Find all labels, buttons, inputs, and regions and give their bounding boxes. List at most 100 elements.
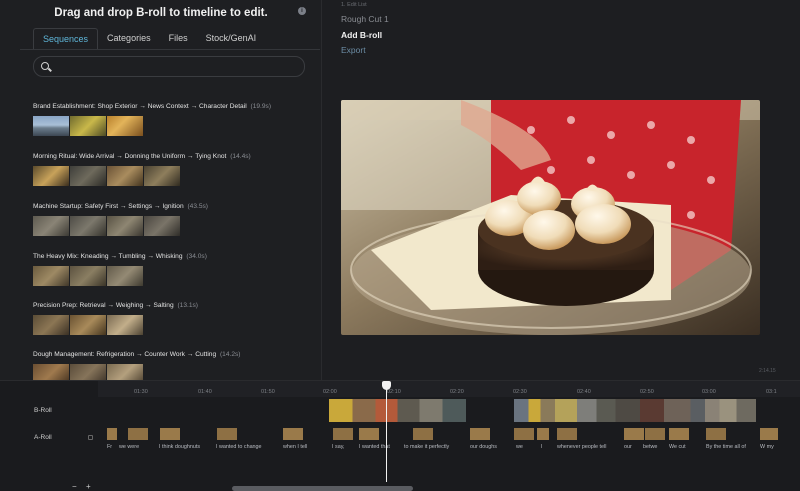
clip-thumbnail[interactable] bbox=[107, 315, 143, 335]
aroll-clip[interactable] bbox=[413, 428, 433, 440]
aroll-clip[interactable] bbox=[514, 428, 534, 440]
clip-thumbnail[interactable] bbox=[70, 266, 106, 286]
aroll-clip[interactable] bbox=[359, 428, 379, 440]
clip-thumbnail[interactable] bbox=[107, 116, 143, 136]
caption-text: I think doughnuts bbox=[159, 444, 201, 450]
sequence-title: The Heavy Mix: Kneading → Tumbling → Whi… bbox=[33, 253, 183, 260]
ruler-tick: 02:50 bbox=[640, 389, 654, 395]
sequence-title: Dough Management: Refrigeration → Counte… bbox=[33, 351, 217, 358]
step-export[interactable]: Export bbox=[341, 45, 366, 55]
sequence-thumbnails bbox=[33, 166, 313, 186]
playhead-handle[interactable] bbox=[382, 381, 391, 390]
aroll-clip[interactable] bbox=[706, 428, 726, 440]
clip-thumbnail[interactable] bbox=[70, 166, 106, 186]
sequence-duration: (43.5s) bbox=[187, 203, 208, 210]
timeline-ruler[interactable]: 01:30 01:40 01:50 02:00 02:10 02:20 02:3… bbox=[98, 381, 800, 397]
sequence-duration: (14.2s) bbox=[219, 351, 241, 358]
aroll-clip[interactable] bbox=[160, 428, 180, 440]
caption-text: I wanted to change bbox=[216, 444, 262, 450]
playhead-line bbox=[386, 381, 387, 482]
clip-thumbnail[interactable] bbox=[107, 166, 143, 186]
tab-stock-genai[interactable]: Stock/GenAI bbox=[197, 28, 266, 50]
video-preview[interactable] bbox=[341, 100, 760, 335]
clip-thumbnail[interactable] bbox=[107, 216, 143, 236]
caption-text: Fr bbox=[107, 444, 113, 450]
caption-text: our doughs bbox=[470, 444, 497, 450]
clip-thumbnail[interactable] bbox=[144, 216, 180, 236]
sequence-duration: (14.4s) bbox=[230, 153, 251, 160]
lock-icon[interactable] bbox=[88, 435, 93, 440]
clip-thumbnail[interactable] bbox=[33, 266, 69, 286]
broll-library-panel: Drag and drop B-roll to timeline to edit… bbox=[0, 0, 322, 384]
aroll-clip[interactable] bbox=[557, 428, 577, 440]
tab-files[interactable]: Files bbox=[160, 28, 197, 50]
aroll-clip[interactable] bbox=[283, 428, 303, 440]
sequence-thumbnails bbox=[33, 266, 313, 286]
sequence-item[interactable]: Morning Ritual: Wide Arrival → Donning t… bbox=[33, 153, 313, 186]
caption-text: whenever people tell bbox=[557, 444, 607, 450]
preview-panel: 1. Edit List Rough Cut 1 Add B-roll Expo… bbox=[322, 0, 800, 380]
search-icon bbox=[41, 62, 49, 70]
sequence-item[interactable]: The Heavy Mix: Kneading → Tumbling → Whi… bbox=[33, 253, 313, 286]
clip-thumbnail[interactable] bbox=[70, 116, 106, 136]
tab-sequences[interactable]: Sequences bbox=[33, 28, 99, 50]
aroll-clip[interactable] bbox=[128, 428, 148, 440]
sequence-thumbnails bbox=[33, 116, 313, 136]
step-add-broll[interactable]: Add B-roll bbox=[341, 30, 382, 40]
ruler-tick: 03:00 bbox=[702, 389, 716, 395]
sequence-duration: (34.0s) bbox=[186, 253, 207, 260]
clip-thumbnail[interactable] bbox=[70, 216, 106, 236]
editor-app: Drag and drop B-roll to timeline to edit… bbox=[0, 0, 800, 491]
aroll-clip[interactable] bbox=[645, 428, 665, 440]
broll-clip[interactable] bbox=[514, 399, 756, 422]
clip-thumbnail[interactable] bbox=[33, 166, 69, 186]
caption-text: We cut bbox=[669, 444, 686, 450]
info-icon[interactable]: i bbox=[298, 7, 306, 15]
clip-thumbnail[interactable] bbox=[70, 315, 106, 335]
zoom-in-button[interactable]: + bbox=[86, 482, 91, 491]
caption-text: W my bbox=[760, 444, 774, 450]
caption-text: our bbox=[624, 444, 632, 450]
search-input[interactable] bbox=[54, 59, 299, 75]
clip-thumbnail[interactable] bbox=[144, 166, 180, 186]
aroll-clip[interactable] bbox=[217, 428, 237, 440]
timeline-scrollbar[interactable] bbox=[232, 486, 413, 491]
timeline[interactable]: 01:30 01:40 01:50 02:00 02:10 02:20 02:3… bbox=[0, 380, 800, 491]
ruler-tick: 02:30 bbox=[513, 389, 527, 395]
caption-text: we were bbox=[119, 444, 140, 450]
ruler-tick: 01:40 bbox=[198, 389, 212, 395]
sequence-thumbnails bbox=[33, 216, 313, 236]
library-tabs: Sequences Categories Files Stock/GenAI bbox=[33, 28, 265, 50]
video-frame bbox=[341, 100, 760, 335]
time-indicator: 2:14.15 bbox=[759, 368, 776, 374]
aroll-clip[interactable] bbox=[107, 428, 117, 440]
aroll-clip[interactable] bbox=[624, 428, 644, 440]
clip-thumbnail[interactable] bbox=[33, 216, 69, 236]
ruler-tick: 01:30 bbox=[134, 389, 148, 395]
zoom-out-button[interactable]: − bbox=[72, 482, 77, 491]
broll-clip[interactable] bbox=[329, 399, 466, 422]
caption-text: when I tell bbox=[283, 444, 308, 450]
sequence-duration: (13.1s) bbox=[177, 302, 198, 309]
search-box[interactable] bbox=[33, 56, 305, 77]
clip-thumbnail[interactable] bbox=[107, 266, 143, 286]
sequence-thumbnails bbox=[33, 315, 313, 335]
sequence-item[interactable]: Precision Prep: Retrieval → Weighing → S… bbox=[33, 302, 313, 335]
aroll-clip[interactable] bbox=[537, 428, 549, 440]
sequence-item[interactable]: Machine Startup: Safety First → Settings… bbox=[33, 203, 313, 236]
ruler-tick: 02:00 bbox=[323, 389, 337, 395]
tab-categories[interactable]: Categories bbox=[98, 28, 160, 50]
sequence-title: Brand Establishment: Shop Exterior → New… bbox=[33, 103, 247, 110]
aroll-clip[interactable] bbox=[760, 428, 778, 440]
caption-text: By the time all of bbox=[706, 444, 746, 450]
aroll-clip[interactable] bbox=[669, 428, 689, 440]
step-rough-cut[interactable]: Rough Cut 1 bbox=[341, 14, 389, 24]
clip-thumbnail[interactable] bbox=[33, 315, 69, 335]
sequence-title: Precision Prep: Retrieval → Weighing → S… bbox=[33, 302, 174, 309]
ruler-tick: 02:10 bbox=[387, 389, 401, 395]
clip-thumbnail[interactable] bbox=[33, 116, 69, 136]
aroll-clip[interactable] bbox=[333, 428, 353, 440]
aroll-clip[interactable] bbox=[470, 428, 490, 440]
panel-title: Drag and drop B-roll to timeline to edit… bbox=[54, 7, 268, 19]
sequence-item[interactable]: Brand Establishment: Shop Exterior → New… bbox=[33, 103, 313, 136]
